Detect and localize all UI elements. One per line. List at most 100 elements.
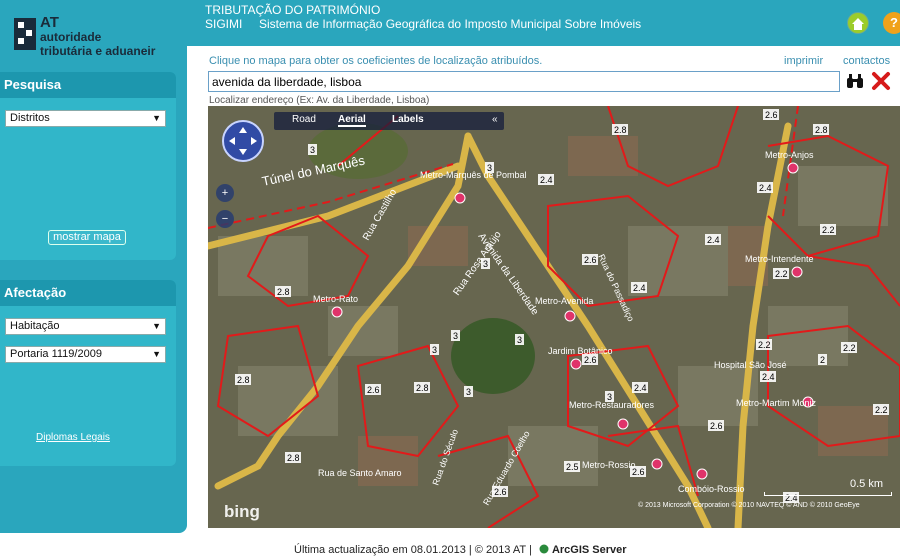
coefficient-label[interactable]: 2.2 bbox=[756, 339, 772, 350]
help-button[interactable]: ? bbox=[883, 12, 900, 34]
tab-aerial[interactable]: Aerial bbox=[338, 114, 366, 127]
svg-text:2.8: 2.8 bbox=[614, 125, 627, 135]
coefficient-label[interactable]: 2.8 bbox=[275, 286, 291, 297]
svg-text:3: 3 bbox=[310, 145, 315, 155]
aerial-map[interactable]: 2.6 2.8 3 2.8 3 2.4 2.4 2.2 2.4 2.6 2.4 2.2 2.8 3 3 2.6… bbox=[208, 106, 900, 528]
coefficient-label[interactable]: 2.4 bbox=[757, 182, 773, 193]
district-select[interactable]: Distritos ▼ bbox=[5, 110, 166, 127]
svg-text:2.6: 2.6 bbox=[584, 255, 597, 265]
metro-icon[interactable] bbox=[617, 418, 629, 430]
dropdown-arrow-icon: ▼ bbox=[152, 113, 161, 123]
footer-text: Última actualização em 08.01.2013 | © 20… bbox=[294, 544, 532, 556]
binoculars-icon[interactable] bbox=[846, 72, 864, 90]
metro-icon[interactable] bbox=[651, 458, 663, 470]
pesquisa-panel: Pesquisa Distritos ▼ mostrar mapa bbox=[0, 72, 176, 260]
zoom-out-button[interactable]: − bbox=[216, 210, 234, 228]
place-label: Hospital São José bbox=[714, 360, 787, 370]
clear-icon[interactable] bbox=[871, 71, 891, 91]
map-viewport[interactable]: 2.6 2.8 3 2.8 3 2.4 2.4 2.2 2.4 2.6 2.4 2.2 2.8 3 3 2.6… bbox=[208, 106, 900, 528]
place-label: Metro-Rato bbox=[313, 294, 358, 304]
coefficient-label[interactable]: 2.4 bbox=[538, 174, 554, 185]
scale-bar bbox=[764, 492, 892, 496]
svg-text:3: 3 bbox=[466, 387, 471, 397]
brand-acronym: AT bbox=[40, 14, 59, 31]
coefficient-label[interactable]: 2.2 bbox=[873, 404, 889, 415]
coefficient-label[interactable]: 3 bbox=[308, 144, 317, 155]
coefficient-label[interactable]: 2.6 bbox=[365, 384, 381, 395]
coefficient-label[interactable]: 2.6 bbox=[763, 109, 779, 120]
coefficient-label[interactable]: 2.6 bbox=[708, 420, 724, 431]
contacts-link[interactable]: contactos bbox=[843, 55, 890, 67]
svg-text:2.2: 2.2 bbox=[843, 343, 856, 353]
collapse-toolbar-button[interactable]: « bbox=[492, 114, 498, 125]
dropdown-arrow-icon: ▼ bbox=[152, 321, 161, 331]
coefficient-label[interactable]: 2.8 bbox=[813, 124, 829, 135]
place-label: Jardim Botânico bbox=[548, 346, 613, 356]
coefficient-label[interactable]: 3 bbox=[464, 386, 473, 397]
coefficient-label[interactable]: 2.4 bbox=[705, 234, 721, 245]
metro-icon[interactable] bbox=[791, 266, 803, 278]
coefficient-label[interactable]: 2.8 bbox=[285, 452, 301, 463]
coefficient-label[interactable]: 3 bbox=[430, 344, 439, 355]
svg-text:2.2: 2.2 bbox=[775, 269, 788, 279]
tab-labels[interactable]: Labels bbox=[392, 114, 424, 125]
zoom-in-button[interactable]: + bbox=[216, 184, 234, 202]
home-button[interactable] bbox=[847, 12, 869, 34]
metro-icon[interactable] bbox=[564, 310, 576, 322]
coefficient-label[interactable]: 2.8 bbox=[414, 382, 430, 393]
coefficient-label[interactable]: 2.2 bbox=[820, 224, 836, 235]
svg-text:2.6: 2.6 bbox=[584, 355, 597, 365]
compass-arrows-icon bbox=[229, 127, 257, 155]
coefficient-label[interactable]: 2.4 bbox=[632, 382, 648, 393]
print-link[interactable]: imprimir bbox=[784, 55, 823, 67]
svg-text:2.8: 2.8 bbox=[277, 287, 290, 297]
svg-text:2.8: 2.8 bbox=[815, 125, 828, 135]
coefficient-label[interactable]: 2.5 bbox=[564, 461, 580, 472]
page-title: TRIBUTAÇÃO DO PATRIMÓNIO bbox=[205, 3, 381, 17]
coefficient-label[interactable]: 2.8 bbox=[235, 374, 251, 385]
coefficient-label[interactable]: 3 bbox=[451, 330, 460, 341]
svg-text:2.2: 2.2 bbox=[758, 340, 771, 350]
svg-text:2.4: 2.4 bbox=[540, 175, 553, 185]
coefficient-label[interactable]: 2.4 bbox=[631, 282, 647, 293]
coefficient-label[interactable]: 2.2 bbox=[841, 342, 857, 353]
svg-text:2.4: 2.4 bbox=[707, 235, 720, 245]
svg-text:2.8: 2.8 bbox=[237, 375, 250, 385]
bing-logo: bing bbox=[224, 502, 260, 521]
diplomas-legais-link[interactable]: Diplomas Legais bbox=[36, 432, 110, 443]
address-hint: Localizar endereço (Ex: Av. da Liberdade… bbox=[209, 95, 430, 106]
coefficient-label[interactable]: 2.4 bbox=[760, 371, 776, 382]
coefficient-label[interactable]: 2.8 bbox=[612, 124, 628, 135]
use-select-value: Habitação bbox=[10, 320, 60, 332]
pan-compass[interactable] bbox=[222, 120, 264, 162]
arcgis-globe-icon bbox=[539, 544, 549, 554]
address-search-input[interactable] bbox=[208, 71, 840, 92]
svg-text:2.8: 2.8 bbox=[287, 453, 300, 463]
metro-icon[interactable] bbox=[570, 358, 582, 370]
use-select[interactable]: Habitação ▼ bbox=[5, 318, 166, 335]
tab-road[interactable]: Road bbox=[292, 114, 316, 125]
metro-icon[interactable] bbox=[696, 468, 708, 480]
header: TRIBUTAÇÃO DO PATRIMÓNIO SIGIMI Sistema … bbox=[187, 0, 900, 46]
coefficient-label[interactable]: 2 bbox=[818, 354, 827, 365]
coefficient-label[interactable]: 3 bbox=[515, 334, 524, 345]
svg-text:2: 2 bbox=[820, 355, 825, 365]
place-label: Metro-Marquês de Pombal bbox=[420, 170, 527, 180]
street-label: Rua de Santo Amaro bbox=[318, 468, 402, 478]
coefficient-label[interactable]: 2.6 bbox=[582, 254, 598, 265]
metro-icon[interactable] bbox=[331, 306, 343, 318]
svg-text:3: 3 bbox=[453, 331, 458, 341]
svg-text:3: 3 bbox=[517, 335, 522, 345]
map-type-toolbar: Road Aerial Labels « bbox=[274, 112, 504, 130]
portaria-select[interactable]: Portaria 1119/2009 ▼ bbox=[5, 346, 166, 363]
map-hint: Clique no mapa para obter os coeficiente… bbox=[209, 55, 543, 67]
show-map-button[interactable]: mostrar mapa bbox=[48, 230, 126, 245]
footer: Última actualização em 08.01.2013 | © 20… bbox=[294, 544, 627, 556]
afectacao-panel: Afectação Habitação ▼ Portaria 1119/2009… bbox=[0, 280, 176, 466]
metro-icon[interactable] bbox=[787, 162, 799, 174]
svg-text:2.6: 2.6 bbox=[367, 385, 380, 395]
svg-text:2.4: 2.4 bbox=[759, 183, 772, 193]
coefficient-label[interactable]: 2.2 bbox=[773, 268, 789, 279]
metro-icon[interactable] bbox=[454, 192, 466, 204]
arcgis-server-label: ArcGIS Server bbox=[551, 544, 627, 556]
